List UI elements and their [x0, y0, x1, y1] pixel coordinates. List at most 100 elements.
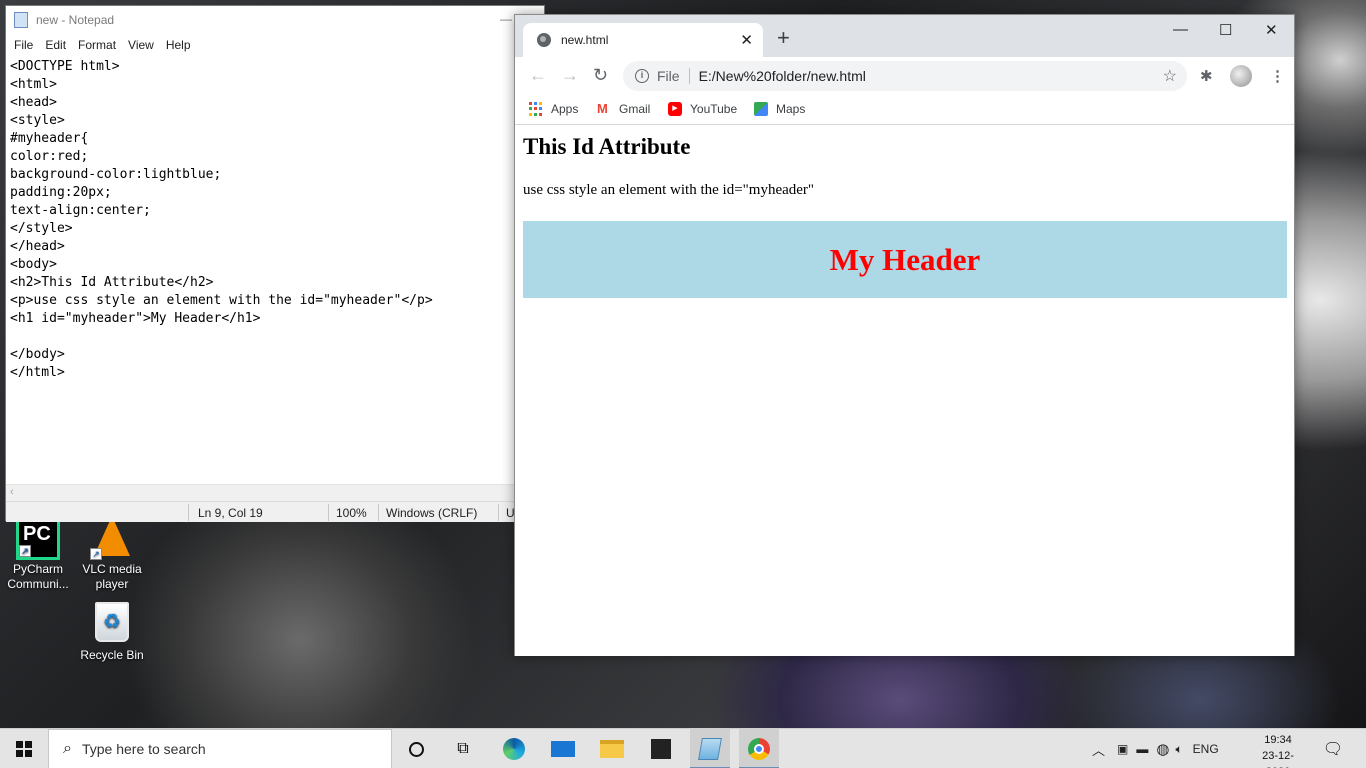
taskbar: ⌕ Type here to search ⧉ ︿ ▣ ▬ ◍ 🔈︎ ENG 1…: [0, 728, 1366, 768]
action-center-button[interactable]: 🗨︎: [1318, 729, 1348, 768]
reload-icon[interactable]: ↻: [593, 66, 608, 84]
maximize-icon[interactable]: ☐: [1219, 21, 1232, 39]
volume-icon[interactable]: 🔈︎: [1175, 742, 1182, 757]
notepad-titlebar[interactable]: new - Notepad —: [6, 6, 544, 34]
notepad-text-area[interactable]: <DOCTYPE html> <html> <head> <style> #my…: [6, 56, 516, 486]
network-globe-icon[interactable]: ◍: [1156, 740, 1169, 758]
bookmark-label: Maps: [776, 102, 806, 116]
notepad-icon: [14, 12, 28, 28]
clock-date: 23-12-2020: [1262, 750, 1294, 768]
taskbar-notepad[interactable]: [690, 729, 730, 768]
cortana-icon: [408, 741, 424, 757]
apps-grid-icon: [529, 102, 543, 116]
system-tray: ︿ ▣ ▬ ◍ 🔈︎ ENG: [1092, 729, 1219, 768]
task-view-icon: ⧉: [457, 740, 469, 757]
task-view-button[interactable]: ⧉: [443, 729, 483, 768]
my-header: My Header: [523, 221, 1287, 298]
bookmark-gmail[interactable]: M Gmail: [597, 101, 651, 117]
menu-format[interactable]: Format: [72, 38, 122, 52]
desktop-icon-label: PyCharm: [12, 562, 63, 576]
clock[interactable]: 19:34 23-12-2020: [1250, 732, 1306, 768]
menu-edit[interactable]: Edit: [39, 38, 72, 52]
notepad-menubar: File Edit Format View Help: [6, 34, 544, 56]
bookmark-label: Apps: [551, 102, 579, 116]
status-zoom: 100%: [336, 506, 367, 520]
notepad-window: new - Notepad — File Edit Format View He…: [5, 5, 545, 522]
language-indicator[interactable]: ENG: [1193, 742, 1219, 756]
battery-icon[interactable]: ▬: [1136, 742, 1148, 756]
notepad-icon: [698, 738, 722, 760]
notepad-title: new - Notepad: [36, 13, 115, 27]
menu-view[interactable]: View: [122, 38, 160, 52]
windows-icon: [16, 741, 32, 757]
bookmark-star-icon[interactable]: ☆: [1163, 66, 1177, 86]
recycle-bin-icon: ♻: [90, 602, 134, 646]
address-bar[interactable]: i File E:/New%20folder/new.html ☆: [623, 61, 1187, 91]
menu-file[interactable]: File: [8, 38, 39, 52]
search-icon: ⌕: [63, 740, 72, 757]
desktop-icon-label: VLC media: [82, 562, 142, 576]
browser-toolbar: ← → ↻ i File E:/New%20folder/new.html ☆ …: [515, 57, 1294, 95]
forward-icon[interactable]: →: [561, 66, 579, 84]
clock-time: 19:34: [1264, 734, 1292, 746]
bookmark-label: YouTube: [690, 102, 738, 116]
edge-icon: [503, 738, 525, 760]
menu-kebab-icon[interactable]: ⋮: [1270, 67, 1285, 85]
search-placeholder: Type here to search: [81, 741, 206, 757]
mail-icon: [551, 741, 575, 757]
maps-icon: [754, 102, 768, 116]
desktop-icon-label: Communi...: [7, 577, 69, 591]
back-icon[interactable]: ←: [529, 66, 547, 84]
horizontal-scrollbar[interactable]: ‹: [6, 484, 516, 501]
bookmark-apps[interactable]: Apps: [529, 102, 578, 116]
taskbar-chrome[interactable]: [739, 729, 779, 768]
chevron-up-icon[interactable]: ︿: [1092, 740, 1105, 759]
status-position: Ln 9, Col 19: [198, 506, 263, 520]
minimize-icon[interactable]: —: [1173, 21, 1188, 38]
notification-icon: 🗨︎: [1322, 741, 1344, 758]
globe-icon: [537, 33, 551, 47]
taskbar-file-explorer[interactable]: [592, 729, 632, 768]
start-button[interactable]: [0, 729, 48, 768]
address-url[interactable]: E:/New%20folder/new.html: [699, 68, 1163, 84]
taskbar-mail[interactable]: [543, 729, 583, 768]
profile-avatar[interactable]: [1230, 65, 1252, 87]
tab-title: new.html: [561, 33, 609, 47]
close-window-icon[interactable]: ✕: [1265, 21, 1278, 39]
vlc-icon: ↗: [90, 516, 134, 560]
new-tab-button[interactable]: +: [777, 27, 790, 49]
extensions-icon[interactable]: ✱: [1200, 67, 1213, 85]
close-tab-icon[interactable]: ✕: [740, 31, 753, 49]
bookmark-youtube[interactable]: ▶ YouTube: [668, 102, 737, 116]
bookmark-label: Gmail: [619, 102, 651, 116]
info-icon[interactable]: i: [635, 69, 649, 83]
desktop-icon-label: Recycle Bin: [80, 648, 144, 662]
tab-strip: new.html ✕ + — ☐ ✕: [515, 15, 1294, 57]
page-paragraph: use css style an element with the id="my…: [523, 182, 815, 198]
shortcut-arrow-icon: ↗: [19, 545, 31, 557]
chrome-icon: [748, 738, 770, 760]
youtube-icon: ▶: [668, 102, 682, 116]
notepad-statusbar: Ln 9, Col 19 100% Windows (CRLF) UT: [6, 501, 522, 522]
pycharm-icon: PC ↗: [16, 516, 60, 560]
desktop-icon-pycharm[interactable]: PC ↗ PyCharm Communi...: [0, 516, 76, 592]
bookmark-maps[interactable]: Maps: [754, 102, 805, 116]
tab-new-html[interactable]: new.html ✕: [523, 23, 763, 57]
cortana-button[interactable]: [396, 729, 436, 768]
shortcut-arrow-icon: ↗: [90, 548, 102, 560]
desktop-icon-label: player: [95, 577, 129, 591]
meet-now-icon[interactable]: ▣: [1117, 742, 1128, 756]
gmail-icon: M: [597, 101, 608, 116]
taskbar-search[interactable]: ⌕ Type here to search: [48, 729, 392, 768]
bookmarks-bar: Apps M Gmail ▶ YouTube Maps: [515, 95, 1294, 125]
desktop-icon-vlc[interactable]: ↗ VLC media player: [74, 516, 150, 592]
menu-help[interactable]: Help: [160, 38, 197, 52]
chrome-window: new.html ✕ + — ☐ ✕ ← → ↻ i File E:/New%2…: [514, 14, 1295, 656]
desktop-icon-recycle-bin[interactable]: ♻ Recycle Bin: [74, 602, 150, 663]
scroll-left-icon[interactable]: ‹: [10, 486, 14, 498]
minimize-icon[interactable]: —: [500, 12, 512, 26]
folder-icon: [600, 740, 624, 758]
taskbar-edge[interactable]: [494, 729, 534, 768]
taskbar-store[interactable]: [641, 729, 681, 768]
page-content: This Id Attribute use css style an eleme…: [515, 126, 1294, 656]
